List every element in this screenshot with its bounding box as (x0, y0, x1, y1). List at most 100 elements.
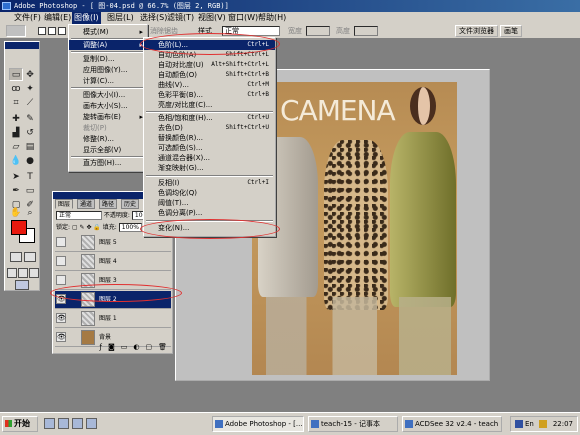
standard-mode-icon[interactable] (10, 252, 22, 262)
eye-icon[interactable]: 👁 (56, 332, 66, 342)
menu-item-duplicate[interactable]: 复制(D)... (69, 54, 147, 64)
screen-mode-full-icon[interactable] (29, 268, 39, 278)
menu-item-replace-color[interactable]: 替换颜色(R)... (144, 133, 275, 143)
tab-paths[interactable]: 路径 (99, 199, 118, 209)
layer-row-3[interactable]: 图层 3 (55, 272, 171, 290)
healing-brush-tool-icon[interactable]: ✚ (9, 112, 23, 125)
style-select[interactable]: 正常 (222, 26, 280, 36)
lasso-tool-icon[interactable]: ꝏ (9, 82, 23, 95)
menu-item-equalize[interactable]: 色调均化(Q) (144, 188, 275, 198)
menu-item-image-size[interactable]: 图像大小(I)... (69, 90, 147, 100)
magic-wand-tool-icon[interactable]: ✦ (23, 82, 37, 95)
jump-to-imageready-icon[interactable] (15, 280, 29, 290)
menu-item-auto-color[interactable]: 自动颜色(O) Shift+Ctrl+B (144, 70, 275, 80)
menu-item-curves[interactable]: 曲线(V)... Ctrl+M (144, 80, 275, 90)
language-indicator[interactable]: En (525, 417, 534, 431)
menu-item-invert[interactable]: 反相(I) Ctrl+I (144, 178, 275, 188)
clone-stamp-tool-icon[interactable]: ▟ (9, 126, 23, 139)
menu-item-gradient-map[interactable]: 渐变映射(G)... (144, 163, 275, 173)
foreground-color-swatch[interactable] (11, 220, 27, 235)
quicklaunch-media-icon[interactable] (86, 418, 97, 429)
eye-icon[interactable]: 👁 (56, 294, 66, 304)
menu-edit[interactable]: 编辑(E) (42, 12, 73, 24)
width-field[interactable] (306, 26, 330, 36)
dodge-tool-icon[interactable]: ● (23, 154, 37, 167)
slice-tool-icon[interactable]: ⟋ (23, 96, 37, 109)
task-notepad[interactable]: teach-15 - 记事本 (308, 416, 398, 432)
menu-help[interactable]: 帮助(H) (256, 12, 288, 24)
quick-mask-mode-icon[interactable] (24, 252, 36, 262)
history-brush-tool-icon[interactable]: ↺ (23, 126, 37, 139)
move-tool-icon[interactable]: ✥ (23, 68, 37, 81)
task-acdsee[interactable]: ACDSee 32 v2.4 - teach (402, 416, 502, 432)
menu-item-calculations[interactable]: 计算(C)... (69, 76, 147, 86)
menu-item-channel-mixer[interactable]: 通道混合器(X)... (144, 153, 275, 163)
hand-tool-icon[interactable]: ✋ (9, 208, 23, 218)
visibility-toggle[interactable] (56, 256, 66, 266)
crop-tool-icon[interactable]: ⌗ (9, 96, 23, 109)
trash-icon[interactable]: 🗑 (158, 343, 167, 351)
menu-view[interactable]: 视图(V) (196, 12, 228, 24)
height-field[interactable] (354, 26, 378, 36)
menu-item-rotate-canvas[interactable]: 旋转画布(E) ▸ (69, 112, 147, 122)
menu-item-posterize[interactable]: 色调分离(P)... (144, 208, 275, 218)
tab-history[interactable]: 历史 (121, 199, 140, 209)
shape-tool-icon[interactable]: ▭ (23, 184, 37, 197)
start-button[interactable]: 开始 (2, 416, 38, 432)
visibility-toggle[interactable] (56, 275, 66, 285)
menu-item-levels[interactable]: 色阶(L)... Ctrl+L (144, 40, 275, 50)
menu-item-adjust[interactable]: 调整(A) ▸ (69, 40, 147, 50)
gradient-tool-icon[interactable]: ▤ (23, 140, 37, 153)
quicklaunch-outlook-icon[interactable] (72, 418, 83, 429)
menu-layer[interactable]: 图层(L) (105, 12, 136, 24)
add-selection-icon[interactable] (48, 27, 56, 35)
menu-item-desaturate[interactable]: 去色(D) Shift+Ctrl+U (144, 123, 275, 133)
eraser-tool-icon[interactable]: ▱ (9, 140, 23, 153)
menu-item-variations[interactable]: 变化(N)... (144, 223, 275, 233)
menu-item-color-balance[interactable]: 色彩平衡(B)... Ctrl+B (144, 90, 275, 100)
fill-field[interactable]: 100% (118, 223, 142, 232)
screen-mode-standard-icon[interactable] (7, 268, 17, 278)
menu-item-auto-levels[interactable]: 自动色阶(A) Shift+Ctrl+L (144, 50, 275, 60)
menu-item-threshold[interactable]: 阈值(T)... (144, 198, 275, 208)
menu-item-auto-contrast[interactable]: 自动对比度(U) Alt+Shift+Ctrl+L (144, 60, 275, 70)
menu-item-canvas-size[interactable]: 画布大小(S)... (69, 101, 147, 111)
blur-tool-icon[interactable]: 💧 (9, 154, 23, 167)
marquee-preset-icon[interactable] (6, 25, 26, 37)
menu-image[interactable]: 图像(I) (72, 12, 101, 24)
menu-item-apply-image[interactable]: 应用图像(Y)... (69, 65, 147, 75)
eye-icon[interactable]: 👁 (56, 313, 66, 323)
menu-item-brightness-contrast[interactable]: 亮度/对比度(C)... (144, 100, 275, 110)
layer-row-4[interactable]: 图层 4 (55, 253, 171, 271)
menu-item-hue-saturation[interactable]: 色相/饱和度(H)... Ctrl+U (144, 113, 275, 123)
marquee-tool-icon[interactable]: ▭ (9, 68, 23, 81)
file-browser-tab[interactable]: 文件浏览器 (455, 25, 498, 37)
menu-item-mode[interactable]: 模式(M) ▸ (69, 27, 147, 37)
menu-filter[interactable]: 滤镜(T) (165, 12, 196, 24)
path-select-tool-icon[interactable]: ➤ (9, 170, 23, 183)
task-photoshop[interactable]: Adobe Photoshop - [... (212, 416, 304, 432)
zoom-tool-icon[interactable]: ⌕ (23, 208, 37, 218)
layer-row-2[interactable]: 👁 图层 2 (55, 291, 171, 309)
screen-mode-full-menu-icon[interactable] (18, 268, 28, 278)
type-tool-icon[interactable]: T (23, 170, 37, 183)
layer-row-1[interactable]: 👁 图层 1 (55, 310, 171, 328)
menu-item-reveal-all[interactable]: 显示全部(V) (69, 145, 147, 155)
pen-tool-icon[interactable]: ✒ (9, 184, 23, 197)
quicklaunch-ie-icon[interactable] (58, 418, 69, 429)
menu-item-trim[interactable]: 修整(R)... (69, 134, 147, 144)
quicklaunch-desktop-icon[interactable] (44, 418, 55, 429)
new-set-icon[interactable]: ▭ (121, 343, 128, 351)
tab-layers[interactable]: 图层 (55, 199, 74, 209)
canvas-image[interactable]: CAMENA (252, 82, 457, 375)
tab-channels[interactable]: 通道 (77, 199, 96, 209)
menu-item-histogram[interactable]: 直方图(H)... (69, 158, 147, 168)
blend-mode-select[interactable]: 正常 (56, 211, 102, 220)
lock-icons[interactable]: ▢ ✎ ✥ 🔒 (72, 224, 101, 231)
menu-item-selective-color[interactable]: 可选颜色(S)... (144, 143, 275, 153)
menu-file[interactable]: 文件(F) (12, 12, 43, 24)
visibility-toggle[interactable] (56, 237, 66, 247)
adjustment-layer-icon[interactable]: ◐ (133, 343, 139, 351)
brush-tool-icon[interactable]: ✎ (23, 112, 37, 125)
new-selection-icon[interactable] (38, 27, 46, 35)
